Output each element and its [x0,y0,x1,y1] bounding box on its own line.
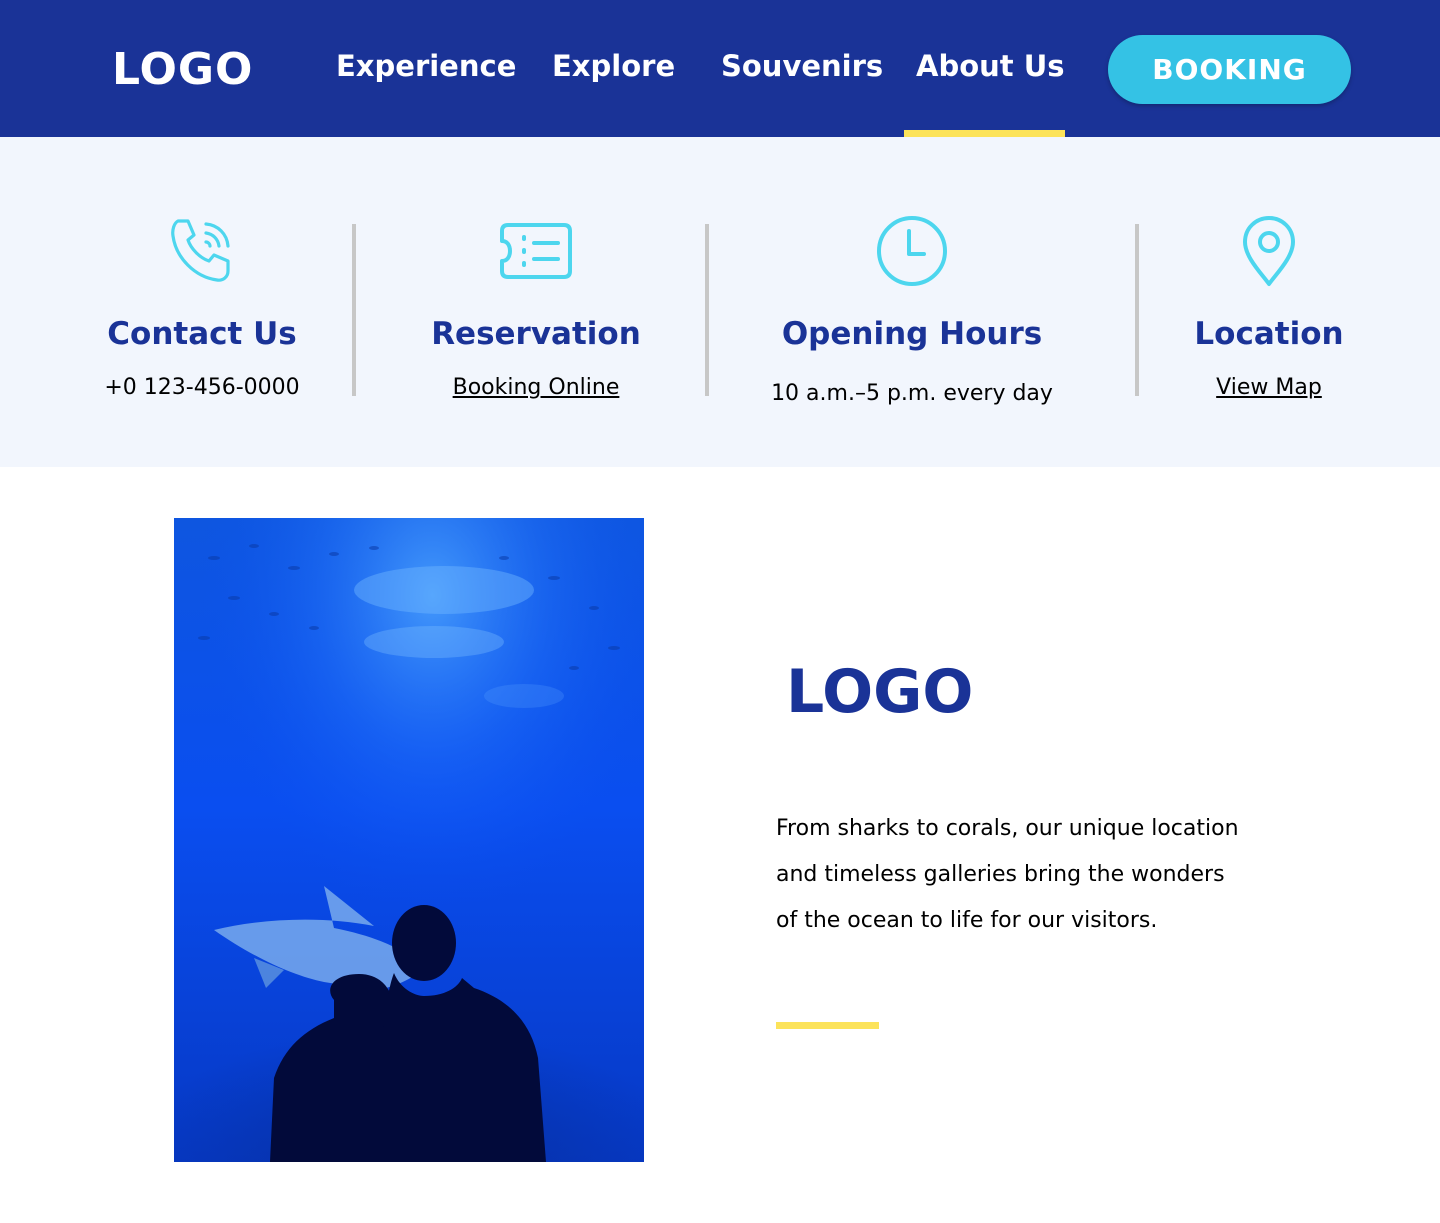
accent-divider [776,1022,879,1029]
nav-active-indicator [904,130,1065,137]
reservation-title: Reservation [431,316,641,352]
contact-title: Contact Us [107,316,297,352]
location-title: Location [1194,316,1344,352]
map-pin-icon [1241,215,1297,292]
hours-text: 10 a.m.–5 p.m. every day [771,381,1053,406]
ticket-icon [498,221,574,286]
booking-button[interactable]: BOOKING [1108,35,1351,104]
nav-about-us[interactable]: About Us [916,44,1065,88]
site-header: LOGO Experience Explore Souvenirs About … [0,0,1440,137]
info-divider [705,224,709,396]
about-description: From sharks to corals, our unique locati… [776,806,1296,944]
about-logo: LOGO [786,657,974,727]
nav-experience[interactable]: Experience [336,44,516,88]
reservation-section: Reservation Booking Online [406,137,666,467]
booking-online-link[interactable]: Booking Online [406,373,666,403]
about-line: From sharks to corals, our unique locati… [776,816,1239,841]
about-line: of the ocean to life for our visitors. [776,908,1158,933]
location-section: Location View Map [1170,137,1368,467]
aquarium-illustration [174,518,644,1162]
info-bar: Contact Us +0 123-456-0000 Reservation B… [0,137,1440,467]
info-divider [352,224,356,396]
contact-phone[interactable]: +0 123-456-0000 [80,373,324,403]
nav-souvenirs[interactable]: Souvenirs [721,44,883,88]
nav-explore[interactable]: Explore [552,44,675,88]
hours-section: Opening Hours 10 a.m.–5 p.m. every day [762,137,1062,467]
aquarium-photo [174,518,644,1162]
clock-icon [876,215,948,292]
about-line: and timeless galleries bring the wonders [776,862,1225,887]
view-map-link[interactable]: View Map [1170,373,1368,403]
info-divider [1135,224,1139,396]
contact-section: Contact Us +0 123-456-0000 [80,137,324,467]
site-logo[interactable]: LOGO [112,44,253,96]
phone-icon [166,215,238,292]
hours-title: Opening Hours [781,316,1043,352]
